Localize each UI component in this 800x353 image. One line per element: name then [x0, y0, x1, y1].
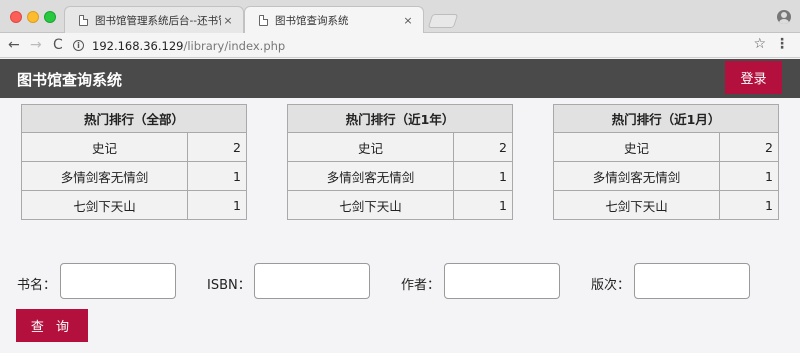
ranking-table-year: 热门排行（近1年） 史记 2 多情剑客无情剑 1 七剑下天山 1	[287, 104, 513, 220]
ranking-title: 热门排行（全部）	[21, 104, 247, 133]
table-row: 多情剑客无情剑 1	[21, 161, 247, 191]
tab-title: 图书馆管理系统后台--还书管理	[95, 15, 221, 27]
table-row: 七剑下天山 1	[287, 190, 513, 220]
isbn-label: ISBN：	[207, 278, 251, 293]
url-host: 192.168.36.129	[92, 38, 184, 53]
book-name: 多情剑客无情剑	[21, 161, 188, 191]
table-row: 史记 2	[21, 132, 247, 162]
ranking-table-all: 热门排行（全部） 史记 2 多情剑客无情剑 1 七剑下天山 1	[21, 104, 247, 220]
book-name: 七剑下天山	[287, 190, 454, 220]
table-row: 七剑下天山 1	[553, 190, 779, 220]
close-tab-icon[interactable]: ×	[221, 14, 235, 27]
table-row: 史记 2	[287, 132, 513, 162]
borrow-count: 2	[719, 132, 779, 162]
minimize-window-button[interactable]	[27, 11, 39, 23]
profile-icon[interactable]	[777, 10, 791, 24]
address-bar[interactable]: i 192.168.36.129/library/index.php	[73, 36, 773, 55]
borrow-count: 1	[453, 161, 513, 191]
book-title-input[interactable]	[60, 263, 176, 299]
borrow-count: 1	[719, 190, 779, 220]
ranking-table-month: 热门排行（近1月） 史记 2 多情剑客无情剑 1 七剑下天山 1	[553, 104, 779, 220]
query-button[interactable]: 查 询	[16, 309, 88, 342]
info-icon[interactable]: i	[73, 40, 84, 51]
book-name: 史记	[21, 132, 188, 162]
browser-tab-return-books[interactable]: 图书馆管理系统后台--还书管理 ×	[64, 6, 244, 34]
close-window-button[interactable]	[10, 11, 22, 23]
app-header: 图书馆查询系统 登录	[0, 59, 800, 98]
reload-icon[interactable]: C	[53, 37, 63, 53]
table-row: 七剑下天山 1	[21, 190, 247, 220]
author-label: 作者：	[401, 278, 441, 293]
borrow-count: 1	[187, 190, 247, 220]
forward-arrow-icon[interactable]: →	[30, 37, 42, 53]
document-icon	[79, 15, 88, 26]
tab-title: 图书馆查询系统	[275, 15, 349, 27]
url-path: /library/index.php	[183, 38, 286, 53]
browser-menu-icon[interactable]: ⋮	[775, 36, 789, 52]
edition-input[interactable]	[634, 263, 750, 299]
table-row: 多情剑客无情剑 1	[553, 161, 779, 191]
bookmark-star-icon[interactable]: ☆	[753, 36, 766, 52]
book-name: 多情剑客无情剑	[553, 161, 720, 191]
borrow-count: 2	[187, 132, 247, 162]
close-tab-icon[interactable]: ×	[401, 14, 415, 27]
book-name: 七剑下天山	[553, 190, 720, 220]
table-row: 多情剑客无情剑 1	[287, 161, 513, 191]
ranking-title: 热门排行（近1年）	[287, 104, 513, 133]
ranking-title: 热门排行（近1月）	[553, 104, 779, 133]
edition-label: 版次：	[591, 278, 631, 293]
borrow-count: 1	[719, 161, 779, 191]
book-name: 史记	[553, 132, 720, 162]
document-icon	[259, 15, 268, 26]
borrow-count: 2	[453, 132, 513, 162]
table-row: 史记 2	[553, 132, 779, 162]
browser-tab-library-query[interactable]: 图书馆查询系统 ×	[244, 6, 424, 34]
book-name: 七剑下天山	[21, 190, 188, 220]
author-input[interactable]	[444, 263, 560, 299]
book-name: 史记	[287, 132, 454, 162]
app-title: 图书馆查询系统	[17, 71, 123, 89]
zoom-window-button[interactable]	[44, 11, 56, 23]
isbn-input[interactable]	[254, 263, 370, 299]
login-button[interactable]: 登录	[725, 61, 782, 94]
new-tab-button[interactable]	[427, 14, 459, 28]
book-title-label: 书名：	[17, 278, 57, 293]
browser-tab-bar: 图书馆管理系统后台--还书管理 × 图书馆查询系统 ×	[0, 0, 800, 34]
back-arrow-icon[interactable]: ←	[8, 37, 20, 53]
borrow-count: 1	[453, 190, 513, 220]
browser-toolbar: ← → C i 192.168.36.129/library/index.php…	[0, 33, 800, 58]
borrow-count: 1	[187, 161, 247, 191]
book-name: 多情剑客无情剑	[287, 161, 454, 191]
